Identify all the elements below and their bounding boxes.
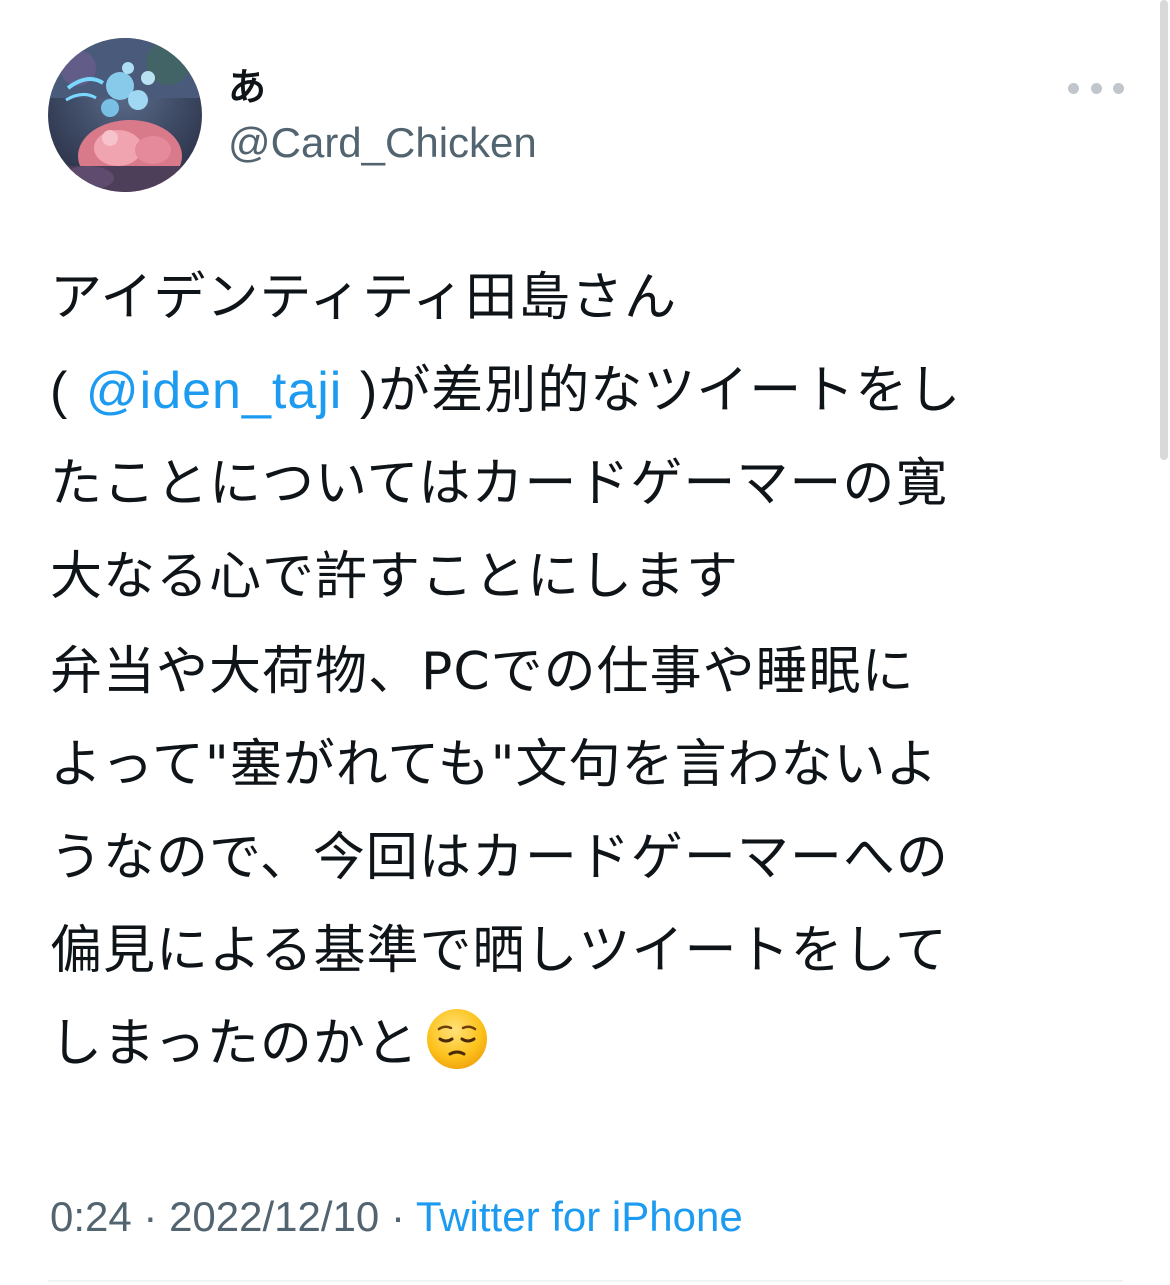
tweet: あ @Card_Chicken アイデンティティ田島さん ( @iden_taj…	[0, 0, 1170, 1285]
tweet-text-fragment: が差別的なツイートをし	[378, 361, 962, 421]
tweet-paragraph: アイデンティティ田島さん ( @iden_taji )が差別的なツイートをし た…	[50, 252, 1125, 624]
tweet-line: しまったのかと	[50, 998, 1125, 1091]
open-paren: (	[50, 362, 69, 420]
tweet-meta: 0:24 · 2022/12/10 · Twitter for iPhone	[50, 1190, 743, 1244]
tweet-source-link[interactable]: Twitter for iPhone	[416, 1193, 743, 1240]
tweet-line: よって"塞がれても"文句を言わないよ	[50, 735, 939, 795]
tweet-line: アイデンティティ田島さん	[50, 268, 678, 328]
tweet-line: たことについてはカードゲーマーの寛	[50, 454, 949, 514]
meta-separator: ·	[131, 1193, 170, 1240]
avatar[interactable]	[48, 38, 202, 192]
divider	[48, 1280, 1123, 1282]
user-handle[interactable]: @Card_Chicken	[228, 116, 537, 170]
tweet-line: 弁当や大荷物、PCでの仕事や睡眠に	[50, 642, 915, 702]
tweet-line: 大なる心で許すことにします	[50, 547, 740, 607]
tweet-date[interactable]: 2022/12/10	[169, 1193, 379, 1240]
mention-link[interactable]: @iden_taji	[86, 362, 343, 420]
avatar-image	[48, 38, 202, 192]
tweet-time[interactable]: 0:24	[50, 1193, 132, 1240]
meta-separator: ·	[379, 1193, 416, 1240]
tweet-line: ( @iden_taji )が差別的なツイートをし	[50, 345, 1125, 438]
more-options-button[interactable]	[1068, 68, 1124, 108]
more-horizontal-icon	[1113, 82, 1124, 94]
tweet-line: 偏見による基準で晒しツイートをして	[50, 921, 948, 981]
more-horizontal-icon	[1090, 82, 1102, 94]
tweet-text-fragment: しまったのかと	[50, 1014, 419, 1074]
more-horizontal-icon	[1068, 82, 1079, 94]
pensive-face-emoji	[426, 1009, 487, 1069]
display-name[interactable]: あ	[228, 62, 266, 112]
scrollbar[interactable]	[1160, 0, 1168, 460]
tweet-paragraph: 弁当や大荷物、PCでの仕事や睡眠に よって"塞がれても"文句を言わないよ うなの…	[50, 626, 1125, 1091]
close-paren: )	[359, 362, 379, 420]
tweet-text: アイデンティティ田島さん ( @iden_taji )が差別的なツイートをし た…	[50, 252, 1125, 1091]
tweet-line: うなので、今回はカードゲーマーへの	[50, 828, 949, 888]
